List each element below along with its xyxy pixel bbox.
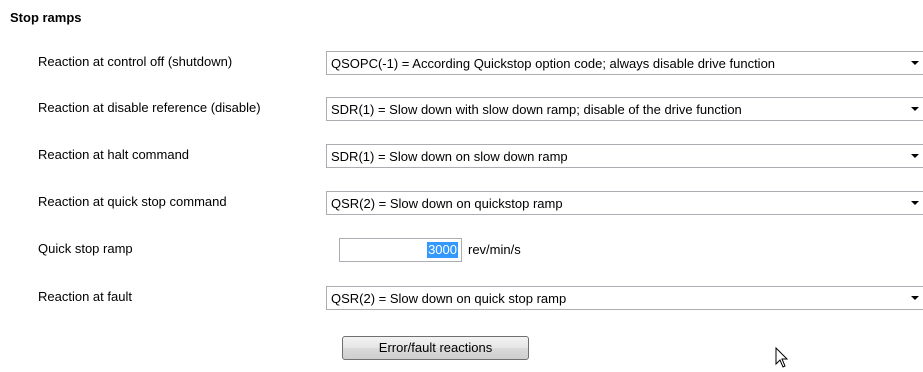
select-value: QSR(2) = Slow down on quickstop ramp xyxy=(331,196,563,211)
row-halt-command: Reaction at halt command SDR(1) = Slow d… xyxy=(0,144,923,170)
row-control-off: Reaction at control off (shutdown) QSOPC… xyxy=(0,51,923,77)
section-title: Stop ramps xyxy=(10,10,82,25)
reaction-disable-reference-select[interactable]: SDR(1) = Slow down with slow down ramp; … xyxy=(326,97,923,121)
select-value: QSR(2) = Slow down on quick stop ramp xyxy=(331,291,567,306)
row-label: Reaction at control off (shutdown) xyxy=(38,54,233,69)
row-label: Reaction at halt command xyxy=(38,147,190,162)
select-value: QSOPC(-1) = According Quickstop option c… xyxy=(331,56,776,71)
select-value: SDR(1) = Slow down with slow down ramp; … xyxy=(331,102,742,117)
select-value: SDR(1) = Slow down on slow down ramp xyxy=(331,149,568,164)
row-label: Reaction at fault xyxy=(38,289,132,304)
mouse-pointer-icon xyxy=(775,347,789,368)
row-disable-reference: Reaction at disable reference (disable) … xyxy=(0,97,923,123)
row-label: Quick stop ramp xyxy=(38,241,133,256)
row-label: Reaction at quick stop command xyxy=(38,194,227,209)
reaction-halt-command-select[interactable]: SDR(1) = Slow down on slow down ramp xyxy=(326,144,923,168)
input-value: 3000 xyxy=(427,242,458,258)
chevron-down-icon[interactable] xyxy=(911,107,919,111)
stop-ramps-panel: Stop ramps Reaction at control off (shut… xyxy=(0,0,923,372)
row-label: Reaction at disable reference (disable) xyxy=(38,100,261,115)
chevron-down-icon[interactable] xyxy=(911,61,919,65)
reaction-quick-stop-command-select[interactable]: QSR(2) = Slow down on quickstop ramp xyxy=(326,191,923,215)
unit-label: rev/min/s xyxy=(468,242,521,257)
row-quick-stop-ramp: Quick stop ramp 3000 rev/min/s xyxy=(0,238,923,264)
chevron-down-icon[interactable] xyxy=(911,296,919,300)
reaction-fault-select[interactable]: QSR(2) = Slow down on quick stop ramp xyxy=(326,286,923,310)
quick-stop-ramp-input[interactable]: 3000 xyxy=(339,238,462,262)
error-fault-reactions-button[interactable]: Error/fault reactions xyxy=(342,336,529,360)
chevron-down-icon[interactable] xyxy=(911,154,919,158)
chevron-down-icon[interactable] xyxy=(911,201,919,205)
row-quick-stop-command: Reaction at quick stop command QSR(2) = … xyxy=(0,191,923,217)
reaction-control-off-select[interactable]: QSOPC(-1) = According Quickstop option c… xyxy=(326,51,923,75)
row-fault: Reaction at fault QSR(2) = Slow down on … xyxy=(0,286,923,312)
